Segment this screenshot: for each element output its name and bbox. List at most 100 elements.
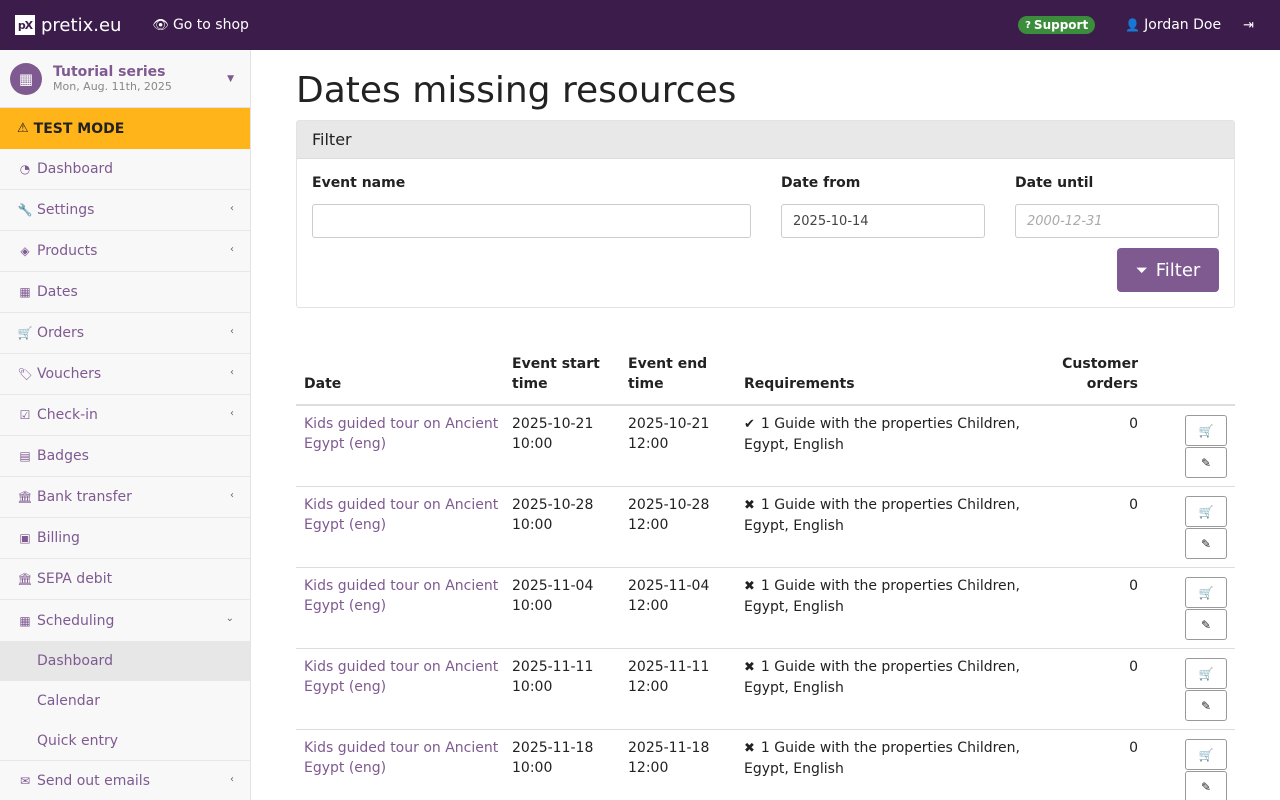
filter-button[interactable]: ⏷ Filter: [1117, 248, 1219, 292]
sidebar-item-label: Settings: [37, 202, 95, 218]
event-name: Tutorial series: [53, 63, 166, 80]
sidebar-item-bank-transfer[interactable]: 🏛 Bank transfer ‹: [0, 477, 250, 518]
requirements: ✔ 1 Guide with the properties Children, Eg…: [744, 416, 1020, 453]
edit-button[interactable]: ✎: [1185, 771, 1227, 800]
edit-button[interactable]: ✎: [1185, 609, 1227, 640]
customer-orders: 0: [1129, 740, 1138, 756]
sidebar-item-label: Billing: [37, 530, 80, 546]
calendar-icon: ▦: [10, 62, 42, 95]
customer-orders: 0: [1129, 416, 1138, 432]
check-icon: ✔: [744, 417, 755, 432]
warning-icon: ⚠: [17, 121, 29, 136]
cart-icon: 🛒: [1198, 585, 1214, 600]
chevron-left-icon: ‹: [230, 367, 234, 378]
event-switcher[interactable]: ▦ Tutorial series Mon, Aug. 11th, 2025 ▼: [0, 50, 250, 108]
requirements: ✖ 1 Guide with the properties Children, Eg…: [744, 659, 1020, 696]
edit-button[interactable]: ✎: [1185, 690, 1227, 721]
sidebar-item-badges[interactable]: ▤ Badges: [0, 436, 250, 477]
header-customer-orders: Customer orders: [1062, 356, 1138, 392]
cart-button[interactable]: 🛒: [1185, 496, 1227, 527]
date-link[interactable]: Kids guided tour on Ancient Egypt (eng): [304, 495, 498, 535]
date-from-input[interactable]: 2025-10-14: [781, 204, 985, 238]
sidebar-item-label: Products: [37, 243, 98, 259]
sidebar-subitem-quick-entry[interactable]: Quick entry: [0, 721, 250, 761]
table-row: Kids guided tour on Ancient Egypt (eng) 2…: [296, 487, 1235, 568]
sidebar-item-scheduling[interactable]: ▦ Scheduling ⌄: [0, 600, 250, 641]
date-from-label: Date from: [781, 175, 861, 191]
brand-link[interactable]: pX pretix.eu: [15, 0, 121, 50]
cart-icon: 🛒: [1198, 423, 1214, 438]
sidebar-subitem-dashboard[interactable]: Dashboard: [0, 641, 250, 681]
times-icon: ✖: [744, 741, 755, 756]
id-card-icon: ▤: [19, 449, 31, 463]
main-content: Dates missing resources Filter Event nam…: [296, 50, 1235, 800]
sidebar-item-sepa-debit[interactable]: 🏛 SEPA debit: [0, 559, 250, 600]
brand-name: pretix.eu: [41, 14, 122, 36]
money-icon: ▣: [19, 531, 31, 545]
sidebar-item-check-in[interactable]: ☑ Check-in ‹: [0, 395, 250, 436]
cart-icon: 🛒: [1198, 504, 1214, 519]
sidebar-item-dashboard[interactable]: ◔ Dashboard: [0, 149, 250, 190]
envelope-icon: ✉: [19, 774, 31, 788]
edit-icon: ✎: [1200, 779, 1212, 794]
sidebar-subitem-calendar[interactable]: Calendar: [0, 681, 250, 721]
tags-icon: 🏷: [17, 367, 33, 381]
sidebar-item-label: Check-in: [37, 407, 98, 423]
support-button[interactable]: ? Support: [1018, 16, 1096, 34]
edit-icon: ✎: [1200, 536, 1212, 551]
top-navbar: pX pretix.eu 👁 Go to shop ? Support 👤 Jo…: [0, 0, 1280, 50]
dashboard-icon: ◔: [19, 162, 31, 176]
calendar-icon: ▦: [19, 613, 31, 628]
sidebar-item-orders[interactable]: 🛒 Orders ‹: [0, 313, 250, 354]
edit-button[interactable]: ✎: [1185, 447, 1227, 478]
bank-icon: 🏛: [17, 572, 33, 586]
logout-icon[interactable]: ⇥: [1243, 18, 1254, 33]
date-link[interactable]: Kids guided tour on Ancient Egypt (eng): [304, 576, 498, 616]
chevron-down-icon: ⌄: [225, 613, 234, 624]
cart-button[interactable]: 🛒: [1185, 415, 1227, 446]
end-time: 2025-11-04 12:00: [628, 578, 710, 614]
sidebar-item-products[interactable]: ◈ Products ‹: [0, 231, 250, 272]
date-link[interactable]: Kids guided tour on Ancient Egypt (eng): [304, 414, 498, 454]
date-link[interactable]: Kids guided tour on Ancient Egypt (eng): [304, 657, 498, 697]
sidebar-item-send-emails[interactable]: ✉ Send out emails ‹: [0, 761, 250, 800]
chevron-left-icon: ‹: [230, 774, 234, 785]
test-mode-banner[interactable]: ⚠ TEST MODE: [0, 108, 250, 149]
caret-down-icon: ▼: [227, 74, 234, 84]
sidebar-item-label: Dashboard: [37, 161, 113, 177]
go-to-shop-link[interactable]: 👁 Go to shop: [152, 17, 249, 33]
end-time: 2025-10-28 12:00: [628, 497, 710, 533]
sidebar-item-vouchers[interactable]: 🏷 Vouchers ‹: [0, 354, 250, 395]
chevron-left-icon: ‹: [230, 408, 234, 419]
start-time: 2025-11-18 10:00: [512, 740, 594, 776]
edit-button[interactable]: ✎: [1185, 528, 1227, 559]
sidebar-item-label: Badges: [37, 448, 89, 464]
cart-icon: 🛒: [1198, 666, 1214, 681]
user-menu[interactable]: 👤 Jordan Doe: [1125, 17, 1221, 33]
event-name-input[interactable]: [312, 204, 751, 238]
wrench-icon: 🔧: [17, 203, 33, 217]
date-until-label: Date until: [1015, 175, 1094, 191]
date-link[interactable]: Kids guided tour on Ancient Egypt (eng): [304, 738, 498, 778]
date-until-input[interactable]: 2000-12-31: [1015, 204, 1219, 238]
cart-button[interactable]: 🛒: [1185, 739, 1227, 770]
cart-button[interactable]: 🛒: [1185, 577, 1227, 608]
cart-button[interactable]: 🛒: [1185, 658, 1227, 689]
sidebar-item-label: SEPA debit: [37, 571, 113, 587]
sidebar-item-settings[interactable]: 🔧 Settings ‹: [0, 190, 250, 231]
ticket-icon: ◈: [20, 244, 30, 258]
start-time: 2025-11-04 10:00: [512, 578, 594, 614]
filter-panel: Filter Event name Date from 2025-10-14 D…: [296, 120, 1235, 308]
table-row: Kids guided tour on Ancient Egypt (eng) 2…: [296, 649, 1235, 730]
go-to-shop-label: Go to shop: [172, 17, 249, 33]
header-event-start: Event start time: [512, 356, 600, 392]
sidebar-item-dates[interactable]: ▦ Dates: [0, 272, 250, 313]
pretix-logo-icon: pX: [15, 15, 35, 35]
sidebar-item-billing[interactable]: ▣ Billing: [0, 518, 250, 559]
table-row: Kids guided tour on Ancient Egypt (eng) 2…: [296, 568, 1235, 649]
start-time: 2025-11-11 10:00: [512, 659, 594, 695]
table-row: Kids guided tour on Ancient Egypt (eng) 2…: [296, 730, 1235, 800]
support-label: Support: [1033, 18, 1089, 32]
table-row: Kids guided tour on Ancient Egypt (eng) 2…: [296, 406, 1235, 487]
start-time: 2025-10-21 10:00: [512, 416, 594, 452]
